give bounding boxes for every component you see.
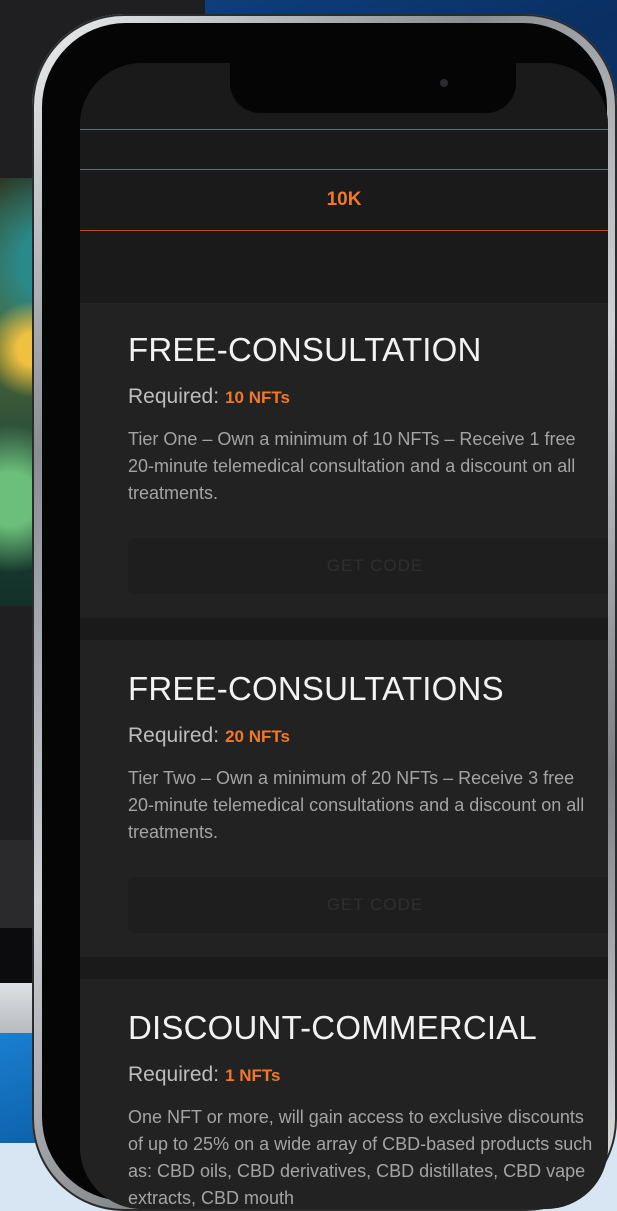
required-value: 10 NFTs <box>225 388 290 407</box>
required-value: 20 NFTs <box>225 727 290 746</box>
card-description: Tier One – Own a minimum of 10 NFTs – Re… <box>128 429 576 503</box>
card-description: Tier Two – Own a minimum of 20 NFTs – Re… <box>128 768 585 842</box>
card-title: FREE-CONSULTATION <box>128 331 482 368</box>
card-title: FREE-CONSULTATIONS <box>128 670 504 707</box>
card-description: One NFT or more, will gain access to exc… <box>128 1107 593 1208</box>
get-code-button[interactable]: GET CODE <box>128 538 608 594</box>
phone-notch <box>230 63 516 113</box>
phone-bezel: 10K FREE-CONSULTATION Required: 10 NFTs T… <box>42 23 608 1209</box>
tab-10k[interactable]: 10K <box>80 169 608 231</box>
card-divider <box>80 618 608 640</box>
card-title: DISCOUNT-COMMERCIAL <box>128 1009 537 1046</box>
tier-card-1: FREE-CONSULTATION Required: 10 NFTs Tier … <box>80 303 608 618</box>
tier-card-2: FREE-CONSULTATIONS Required: 20 NFTs Tier… <box>80 640 608 957</box>
required-label: Required: <box>128 1063 220 1086</box>
get-code-button[interactable]: GET CODE <box>128 877 608 933</box>
required-row: Required: 10 NFTs <box>128 385 290 409</box>
required-row: Required: 1 NFTs <box>128 1063 280 1087</box>
required-label: Required: <box>128 385 220 408</box>
camera-icon <box>440 79 448 87</box>
tab-divider-top <box>80 129 608 130</box>
phone-screen: 10K FREE-CONSULTATION Required: 10 NFTs T… <box>80 63 608 1209</box>
tab-divider-bottom <box>80 230 608 231</box>
card-divider <box>80 957 608 979</box>
required-label: Required: <box>128 724 220 747</box>
required-value: 1 NFTs <box>225 1066 281 1085</box>
tier-card-3: DISCOUNT-COMMERCIAL Required: 1 NFTs One … <box>80 979 608 1209</box>
required-row: Required: 20 NFTs <box>128 724 290 748</box>
phone-frame: 10K FREE-CONSULTATION Required: 10 NFTs T… <box>32 14 617 1211</box>
